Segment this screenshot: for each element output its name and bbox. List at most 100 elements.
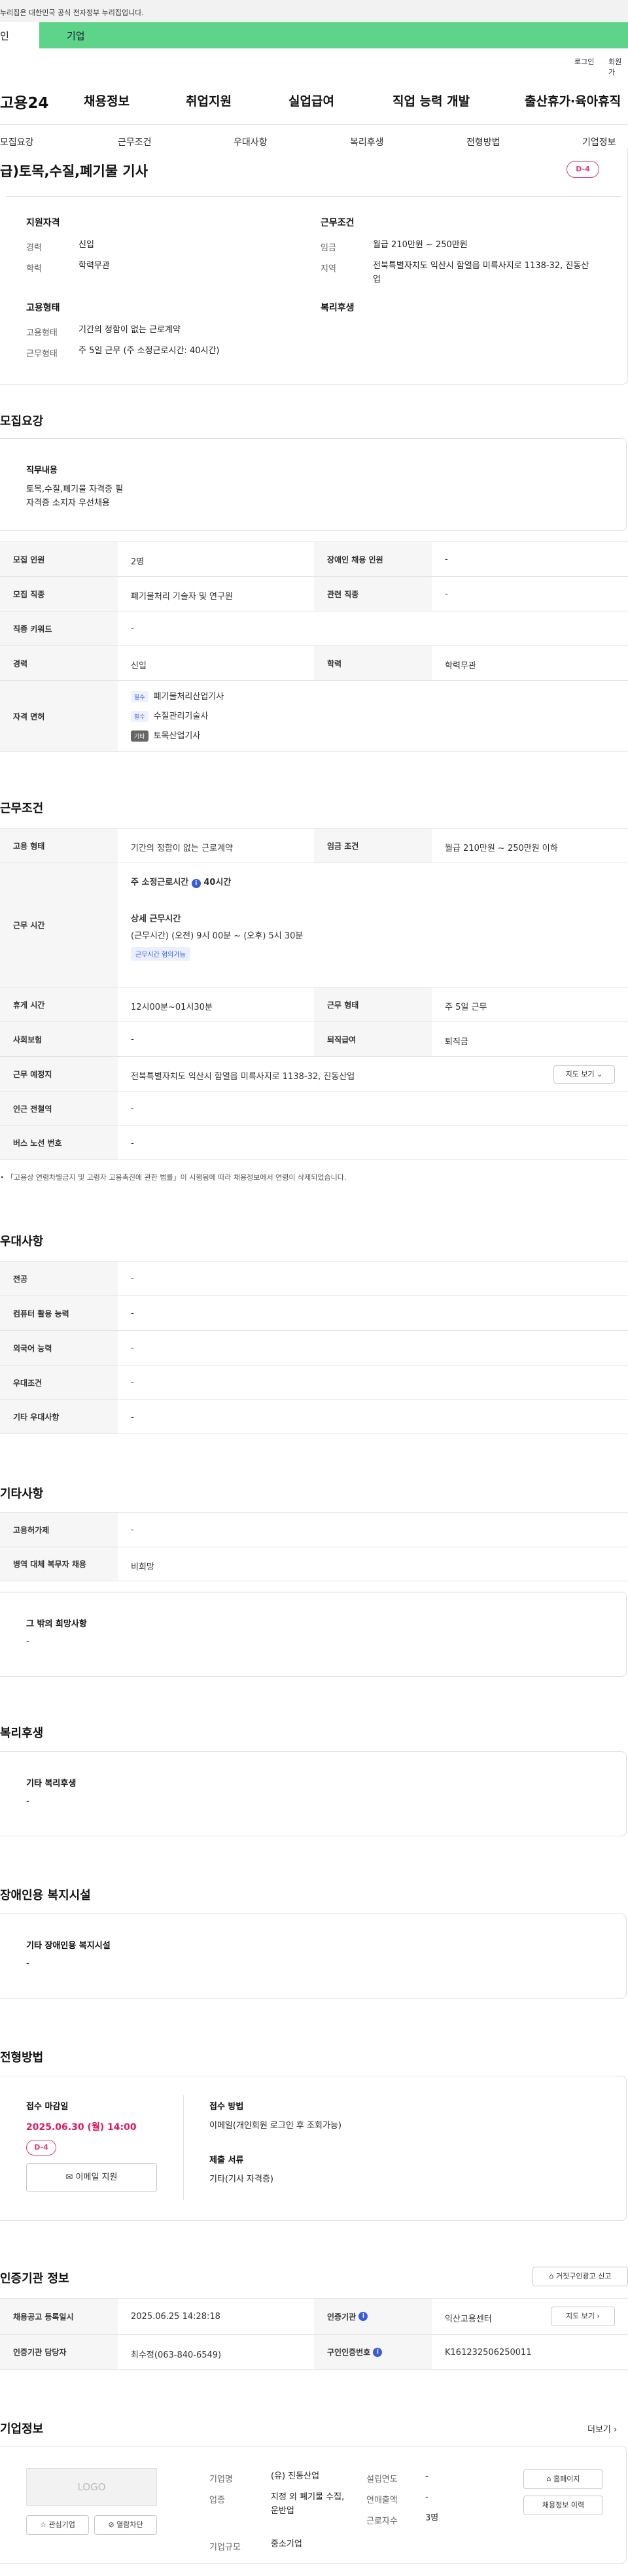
major-label: 전공 [0,1262,118,1296]
severance-label: 퇴직급여 [314,1022,432,1056]
info-icon[interactable]: i [373,2347,383,2357]
table-row: 근무 시간 주 소정근로시간 i 40시간 상세 근무시간 (근무시간) (오전… [0,863,628,987]
interest-label: 관심기업 [48,2520,75,2529]
gnb-item-employment-support[interactable]: 취업지원 [186,92,232,109]
station-value: - [131,1104,134,1114]
disabled-facility-value: - [26,1959,29,1968]
subnav-selection[interactable]: 전형방법 [466,135,500,148]
table-row: 병역 대체 복무자 채용 비희망 [0,1547,628,1581]
insurance-label: 사회보험 [0,1022,118,1056]
related-value: - [445,589,448,599]
welfare-value: - [26,1796,29,1806]
manager-label: 인증기관 담당자 [0,2335,118,2369]
work-form-label: 근무형태 [26,349,58,359]
table-row: 모집 직종 폐기물처리 기술자 및 연구원 관련 직종 - [0,576,628,611]
table-row: 기타 우대사항 - [0,1400,628,1434]
wage-row-value: 월급 210만원 ~ 250만원 이하 [445,844,558,853]
recruit-heading: 모집요강 [0,415,44,428]
job-label: 모집 직종 [0,577,118,611]
table-row: 모집 인원 2명 장애인 채용 인원 - [0,541,628,576]
scale-value: 중소기업 [271,2539,302,2549]
home-icon: ⌂ [549,2272,554,2280]
detail-hours: (근무시간) (오전) 9시 00분 ~ (오후) 5시 30분 [131,931,304,941]
more-link[interactable]: 더보기 › [587,2422,617,2435]
subnav-preference[interactable]: 우대사항 [234,135,268,148]
industry-label: 업종 [209,2496,225,2505]
tab-personal[interactable]: 인 [0,22,39,48]
map-button-label: 지도 보기 [565,1070,595,1078]
insurance-value: - [131,1035,134,1044]
interest-button[interactable]: ☆ 관심기업 [26,2515,89,2535]
work-form-row-label: 근무 형태 [314,987,432,1022]
info-icon[interactable]: i [191,879,201,888]
block-button[interactable]: ⊘ 열람차단 [94,2515,157,2535]
permit-value: - [131,1525,134,1535]
info-icon[interactable]: i [358,2312,368,2321]
count-label: 모집 인원 [0,542,118,576]
tab-company[interactable]: 기업 [39,22,628,48]
license-item: 필수 폐기물처리산업기사 [131,689,224,702]
login-link[interactable]: 로그인 [574,56,594,67]
selection-divider [183,2095,184,2200]
signup-link[interactable]: 회원가 [608,56,628,77]
welfare-heading: 복리후생 [0,1726,44,1740]
deadline-label: 접수 마감일 [26,2102,69,2112]
severance-value: 퇴직금 [445,1037,468,1047]
history-button[interactable]: 채용정보 이력 [523,2496,603,2515]
table-row: 직종 키워드 - [0,611,628,645]
site-logo[interactable]: 고용24 [0,90,48,112]
detail-heading: 상세 근무시간 [131,914,181,924]
age-notice-text: 「고용상 연령차별금지 및 고령자 고용촉진에 관한 법률」이 시행됨에 따라 … [7,1173,347,1182]
homepage-button[interactable]: ⌂ 홈페이지 [523,2469,603,2489]
subnav-company[interactable]: 기업정보 [582,135,616,148]
agency-value: 익산고용센터 [445,2314,492,2324]
number-label: 구인인증번호 i [314,2335,432,2369]
gnb-item-unemployment-benefit[interactable]: 실업급여 [288,92,334,109]
method-label: 접수 방법 [209,2102,244,2112]
related-label: 관련 직종 [314,577,432,611]
star-icon: ☆ [40,2520,46,2529]
agency-map-button[interactable]: 지도 보기 › [551,2307,615,2326]
military-value: 비희망 [131,1562,154,1572]
wish-card [0,1592,627,1677]
pref-label: 우대조건 [0,1365,118,1400]
gnb-item-jobs[interactable]: 채용정보 [84,92,130,109]
subnav-welfare[interactable]: 복리후생 [350,135,384,148]
edu-row-value: 학력무관 [445,661,476,671]
company-name-label: 기업명 [209,2475,233,2484]
docs-value: 기타(기사 자격증) [209,2174,273,2184]
chevron-right-icon: › [597,2312,600,2320]
disabled-facility-label: 기타 장애인용 복지시설 [26,1941,111,1951]
report-button[interactable]: ⌂ 거짓구인광고 신고 [532,2267,628,2286]
email-apply-button[interactable]: ✉ 이메일 지원 [26,2163,157,2192]
more-link-label: 더보기 [587,2425,611,2435]
location-row-value: 전북특별자치도 익산시 함열읍 미륵사지로 1138-32, 진동산업 [131,1072,355,1082]
break-value: 12시00분~01시30분 [131,1003,213,1012]
conditions-heading: 근무조건 [0,802,44,816]
emp-type-label: 고용형태 [26,328,58,338]
industry-value: 지정 외 폐기물 수집, 운반업 [271,2492,345,2516]
map-button[interactable]: 지도 보기 ⌄ [553,1065,615,1084]
license-name: 토목산업기사 [153,731,201,741]
edu-row-label: 학력 [314,646,432,680]
sales-value: - [425,2492,428,2502]
work-form-row-value: 주 5일 근무 [445,1003,487,1012]
emp-type-row-value: 기간의 정함이 없는 근로계약 [131,844,233,853]
subnav-conditions[interactable]: 근무조건 [118,135,152,148]
number-label-text: 구인인증번호 [327,2348,371,2357]
permit-label: 고용허가제 [0,1513,118,1547]
major-value: - [131,1274,134,1284]
subnav-recruit[interactable]: 모집요강 [0,135,34,148]
table-row: 고용 형태 기간의 정함이 없는 근로계약 임금 조건 월급 210만원 ~ 2… [0,828,628,863]
language-value: - [131,1343,134,1353]
required-badge: 필수 [131,691,148,702]
gnb-item-skills[interactable]: 직업 능력 개발 [392,92,470,109]
number-value: K161232506250011 [445,2348,532,2358]
computer-label: 컴퓨터 활용 능력 [0,1296,118,1330]
reg-date-value: 2025.06.25 14:28:18 [131,2312,220,2322]
disabled-facility-heading: 장애인용 복지시설 [0,1889,91,1902]
company-heading: 기업정보 [0,2422,44,2436]
gnb-item-parental-leave[interactable]: 출산휴가·육아휴직 [525,92,621,109]
work-time-label: 근무 시간 [0,863,118,987]
table-row: 인증기관 담당자 최수정(063-840-6549) 구인인증번호 i K161… [0,2334,628,2370]
